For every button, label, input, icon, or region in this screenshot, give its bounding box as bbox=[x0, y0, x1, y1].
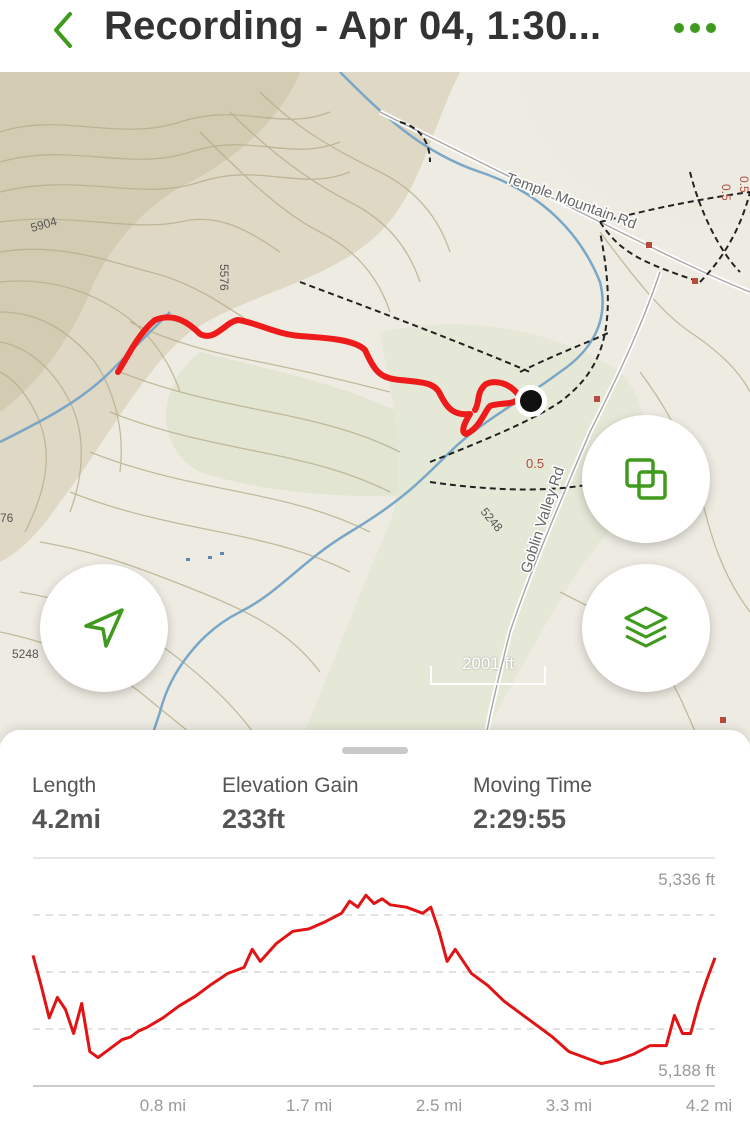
x-tick-label: 4.2 mi bbox=[686, 1096, 732, 1115]
stat-length-label: Length bbox=[32, 774, 97, 797]
recording-stats-panel: Length 4.2mi Elevation Gain 233ft Moving… bbox=[0, 730, 750, 1133]
map-view[interactable]: Temple Mountain Rd Goblin Valley Rd 5904… bbox=[0, 72, 750, 742]
stat-moving-time-label: Moving Time bbox=[473, 774, 593, 797]
x-tick-label: 0.8 mi bbox=[140, 1096, 186, 1115]
stat-elevation-label: Elevation Gain bbox=[222, 774, 359, 797]
map-label-trail3: 0.5 bbox=[526, 456, 544, 471]
locate-me-button[interactable] bbox=[40, 564, 168, 692]
y-tick-label: 5,336 ft bbox=[658, 870, 715, 889]
map-label-trail2: 0.5 bbox=[737, 176, 750, 193]
stat-moving-time-value: 2:29:55 bbox=[473, 804, 567, 834]
layers-icon bbox=[624, 606, 668, 648]
toggle-overlay-button[interactable] bbox=[582, 415, 710, 543]
map-label-elev5: 76 bbox=[0, 511, 14, 525]
navigation-arrow-icon bbox=[84, 608, 124, 648]
map-layers-button[interactable] bbox=[582, 564, 710, 692]
elevation-profile-chart[interactable]: 5,336 ft 5,188 ft 0.8 mi 1.7 mi 2.5 mi 3.3 mi… bbox=[0, 850, 750, 1133]
x-tick-label: 1.7 mi bbox=[286, 1096, 332, 1115]
map-label-trail1: 0.5 bbox=[719, 184, 733, 201]
stat-elevation-gain: Elevation Gain 233ft bbox=[222, 774, 359, 835]
x-tick-label: 2.5 mi bbox=[416, 1096, 462, 1115]
app-header: Recording - Apr 04, 1:30... bbox=[0, 0, 750, 72]
page-title: Recording - Apr 04, 1:30... bbox=[104, 4, 602, 48]
y-tick-label: 5,188 ft bbox=[658, 1061, 715, 1080]
more-options-icon[interactable] bbox=[670, 16, 720, 40]
x-tick-label: 3.3 mi bbox=[546, 1096, 592, 1115]
map-label-elev2: 5576 bbox=[217, 264, 231, 291]
stat-moving-time: Moving Time 2:29:55 bbox=[473, 774, 592, 835]
map-scale-bar: 2001 ft bbox=[430, 654, 546, 686]
back-chevron-icon[interactable] bbox=[44, 8, 84, 52]
elevation-line bbox=[31, 893, 717, 1066]
stat-elevation-value: 233ft bbox=[222, 804, 286, 834]
overlay-squares-icon bbox=[625, 458, 667, 500]
stat-length: Length 4.2mi bbox=[32, 774, 101, 835]
stat-length-value: 4.2mi bbox=[32, 804, 102, 834]
drag-handle[interactable] bbox=[342, 747, 408, 754]
map-label-elev4: 5248 bbox=[12, 647, 39, 661]
